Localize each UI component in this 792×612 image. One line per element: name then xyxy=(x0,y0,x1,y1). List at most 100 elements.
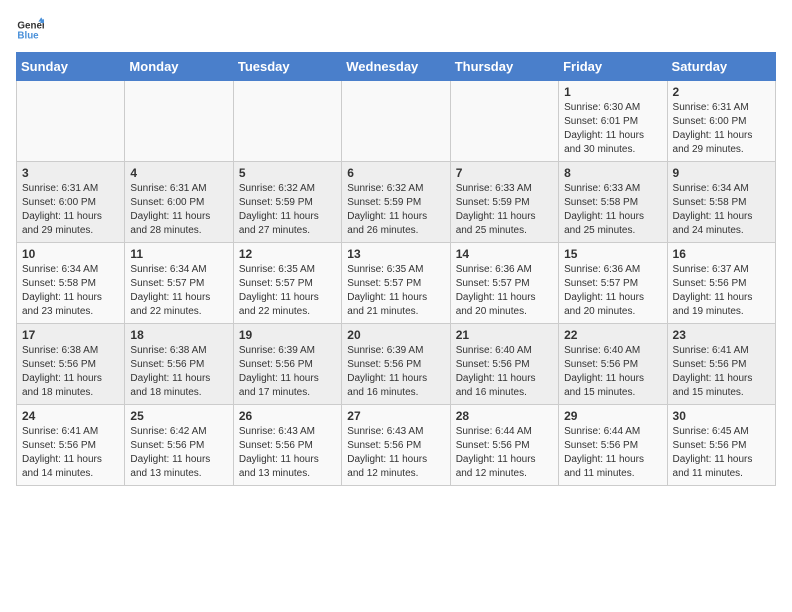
day-info: Sunrise: 6:32 AM Sunset: 5:59 PM Dayligh… xyxy=(347,182,444,238)
day-number: 11 xyxy=(130,247,227,261)
day-number: 7 xyxy=(456,166,553,180)
calendar-cell: 18 Sunrise: 6:38 AM Sunset: 5:56 PM Dayli… xyxy=(125,324,233,405)
day-info: Sunrise: 6:42 AM Sunset: 5:56 PM Dayligh… xyxy=(130,425,227,481)
day-number: 30 xyxy=(673,409,770,423)
day-info: Sunrise: 6:36 AM Sunset: 5:57 PM Dayligh… xyxy=(564,263,661,319)
calendar-cell: 17 Sunrise: 6:38 AM Sunset: 5:56 PM Dayli… xyxy=(17,324,125,405)
day-info: Sunrise: 6:43 AM Sunset: 5:56 PM Dayligh… xyxy=(347,425,444,481)
day-number: 4 xyxy=(130,166,227,180)
day-info: Sunrise: 6:34 AM Sunset: 5:58 PM Dayligh… xyxy=(673,182,770,238)
day-number: 12 xyxy=(239,247,336,261)
calendar-week-row: 17 Sunrise: 6:38 AM Sunset: 5:56 PM Dayli… xyxy=(17,324,776,405)
calendar-week-row: 10Sunrise: 6:34 AM Sunset: 5:58 PM Dayli… xyxy=(17,243,776,324)
calendar-cell xyxy=(450,81,558,162)
calendar-cell xyxy=(342,81,450,162)
calendar-cell: 30 Sunrise: 6:45 AM Sunset: 5:56 PM Dayli… xyxy=(667,405,775,486)
day-number: 5 xyxy=(239,166,336,180)
logo-icon: General Blue xyxy=(16,16,44,44)
weekday-header-cell: Thursday xyxy=(450,53,558,81)
day-info: Sunrise: 6:36 AM Sunset: 5:57 PM Dayligh… xyxy=(456,263,553,319)
weekday-header-cell: Saturday xyxy=(667,53,775,81)
calendar-cell: 10Sunrise: 6:34 AM Sunset: 5:58 PM Dayli… xyxy=(17,243,125,324)
calendar-cell: 23Sunrise: 6:41 AM Sunset: 5:56 PM Dayli… xyxy=(667,324,775,405)
day-info: Sunrise: 6:39 AM Sunset: 5:56 PM Dayligh… xyxy=(239,344,336,400)
calendar-cell: 29 Sunrise: 6:44 AM Sunset: 5:56 PM Dayli… xyxy=(559,405,667,486)
day-number: 18 xyxy=(130,328,227,342)
day-number: 19 xyxy=(239,328,336,342)
day-number: 29 xyxy=(564,409,661,423)
calendar-cell: 15 Sunrise: 6:36 AM Sunset: 5:57 PM Dayli… xyxy=(559,243,667,324)
day-number: 21 xyxy=(456,328,553,342)
day-info: Sunrise: 6:41 AM Sunset: 5:56 PM Dayligh… xyxy=(22,425,119,481)
day-number: 13 xyxy=(347,247,444,261)
calendar-cell: 26Sunrise: 6:43 AM Sunset: 5:56 PM Dayli… xyxy=(233,405,341,486)
header: General Blue xyxy=(16,16,776,44)
weekday-header-cell: Friday xyxy=(559,53,667,81)
calendar-cell: 19 Sunrise: 6:39 AM Sunset: 5:56 PM Dayli… xyxy=(233,324,341,405)
calendar-cell: 28Sunrise: 6:44 AM Sunset: 5:56 PM Dayli… xyxy=(450,405,558,486)
calendar-cell: 27 Sunrise: 6:43 AM Sunset: 5:56 PM Dayli… xyxy=(342,405,450,486)
calendar-cell: 21Sunrise: 6:40 AM Sunset: 5:56 PM Dayli… xyxy=(450,324,558,405)
day-info: Sunrise: 6:34 AM Sunset: 5:57 PM Dayligh… xyxy=(130,263,227,319)
calendar-body: 1Sunrise: 6:30 AM Sunset: 6:01 PM Daylig… xyxy=(17,81,776,486)
weekday-header-row: SundayMondayTuesdayWednesdayThursdayFrid… xyxy=(17,53,776,81)
calendar-cell: 6 Sunrise: 6:32 AM Sunset: 5:59 PM Daylig… xyxy=(342,162,450,243)
weekday-header-cell: Monday xyxy=(125,53,233,81)
logo: General Blue xyxy=(16,16,44,44)
day-number: 15 xyxy=(564,247,661,261)
day-number: 2 xyxy=(673,85,770,99)
calendar-table: SundayMondayTuesdayWednesdayThursdayFrid… xyxy=(16,52,776,486)
calendar-cell: 11 Sunrise: 6:34 AM Sunset: 5:57 PM Dayli… xyxy=(125,243,233,324)
calendar-cell: 3 Sunrise: 6:31 AM Sunset: 6:00 PM Daylig… xyxy=(17,162,125,243)
day-info: Sunrise: 6:45 AM Sunset: 5:56 PM Dayligh… xyxy=(673,425,770,481)
day-info: Sunrise: 6:39 AM Sunset: 5:56 PM Dayligh… xyxy=(347,344,444,400)
calendar-cell: 14 Sunrise: 6:36 AM Sunset: 5:57 PM Dayli… xyxy=(450,243,558,324)
weekday-header-cell: Wednesday xyxy=(342,53,450,81)
calendar-cell: 5 Sunrise: 6:32 AM Sunset: 5:59 PM Daylig… xyxy=(233,162,341,243)
calendar-cell xyxy=(125,81,233,162)
calendar-cell: 24 Sunrise: 6:41 AM Sunset: 5:56 PM Dayli… xyxy=(17,405,125,486)
day-info: Sunrise: 6:35 AM Sunset: 5:57 PM Dayligh… xyxy=(347,263,444,319)
calendar-cell xyxy=(17,81,125,162)
day-info: Sunrise: 6:31 AM Sunset: 6:00 PM Dayligh… xyxy=(22,182,119,238)
day-number: 22 xyxy=(564,328,661,342)
calendar-cell: 8Sunrise: 6:33 AM Sunset: 5:58 PM Daylig… xyxy=(559,162,667,243)
calendar-week-row: 1Sunrise: 6:30 AM Sunset: 6:01 PM Daylig… xyxy=(17,81,776,162)
weekday-header-cell: Tuesday xyxy=(233,53,341,81)
day-info: Sunrise: 6:31 AM Sunset: 6:00 PM Dayligh… xyxy=(673,101,770,157)
day-info: Sunrise: 6:40 AM Sunset: 5:56 PM Dayligh… xyxy=(564,344,661,400)
day-number: 17 xyxy=(22,328,119,342)
day-number: 20 xyxy=(347,328,444,342)
day-number: 9 xyxy=(673,166,770,180)
day-info: Sunrise: 6:38 AM Sunset: 5:56 PM Dayligh… xyxy=(130,344,227,400)
calendar-cell: 22 Sunrise: 6:40 AM Sunset: 5:56 PM Dayli… xyxy=(559,324,667,405)
day-info: Sunrise: 6:44 AM Sunset: 5:56 PM Dayligh… xyxy=(456,425,553,481)
day-info: Sunrise: 6:37 AM Sunset: 5:56 PM Dayligh… xyxy=(673,263,770,319)
day-number: 23 xyxy=(673,328,770,342)
day-info: Sunrise: 6:35 AM Sunset: 5:57 PM Dayligh… xyxy=(239,263,336,319)
calendar-cell: 20 Sunrise: 6:39 AM Sunset: 5:56 PM Dayli… xyxy=(342,324,450,405)
day-info: Sunrise: 6:38 AM Sunset: 5:56 PM Dayligh… xyxy=(22,344,119,400)
calendar-cell: 12 Sunrise: 6:35 AM Sunset: 5:57 PM Dayli… xyxy=(233,243,341,324)
day-info: Sunrise: 6:31 AM Sunset: 6:00 PM Dayligh… xyxy=(130,182,227,238)
calendar-cell: 4 Sunrise: 6:31 AM Sunset: 6:00 PM Daylig… xyxy=(125,162,233,243)
day-number: 1 xyxy=(564,85,661,99)
calendar-week-row: 3 Sunrise: 6:31 AM Sunset: 6:00 PM Daylig… xyxy=(17,162,776,243)
day-number: 10 xyxy=(22,247,119,261)
day-info: Sunrise: 6:44 AM Sunset: 5:56 PM Dayligh… xyxy=(564,425,661,481)
calendar-cell: 1Sunrise: 6:30 AM Sunset: 6:01 PM Daylig… xyxy=(559,81,667,162)
svg-text:Blue: Blue xyxy=(17,30,39,41)
calendar-cell: 25 Sunrise: 6:42 AM Sunset: 5:56 PM Dayli… xyxy=(125,405,233,486)
day-number: 25 xyxy=(130,409,227,423)
day-number: 24 xyxy=(22,409,119,423)
day-number: 14 xyxy=(456,247,553,261)
day-number: 27 xyxy=(347,409,444,423)
day-info: Sunrise: 6:33 AM Sunset: 5:59 PM Dayligh… xyxy=(456,182,553,238)
day-number: 3 xyxy=(22,166,119,180)
calendar-cell: 16Sunrise: 6:37 AM Sunset: 5:56 PM Dayli… xyxy=(667,243,775,324)
calendar-cell: 7 Sunrise: 6:33 AM Sunset: 5:59 PM Daylig… xyxy=(450,162,558,243)
day-number: 6 xyxy=(347,166,444,180)
weekday-header-cell: Sunday xyxy=(17,53,125,81)
calendar-cell: 2 Sunrise: 6:31 AM Sunset: 6:00 PM Daylig… xyxy=(667,81,775,162)
day-info: Sunrise: 6:32 AM Sunset: 5:59 PM Dayligh… xyxy=(239,182,336,238)
